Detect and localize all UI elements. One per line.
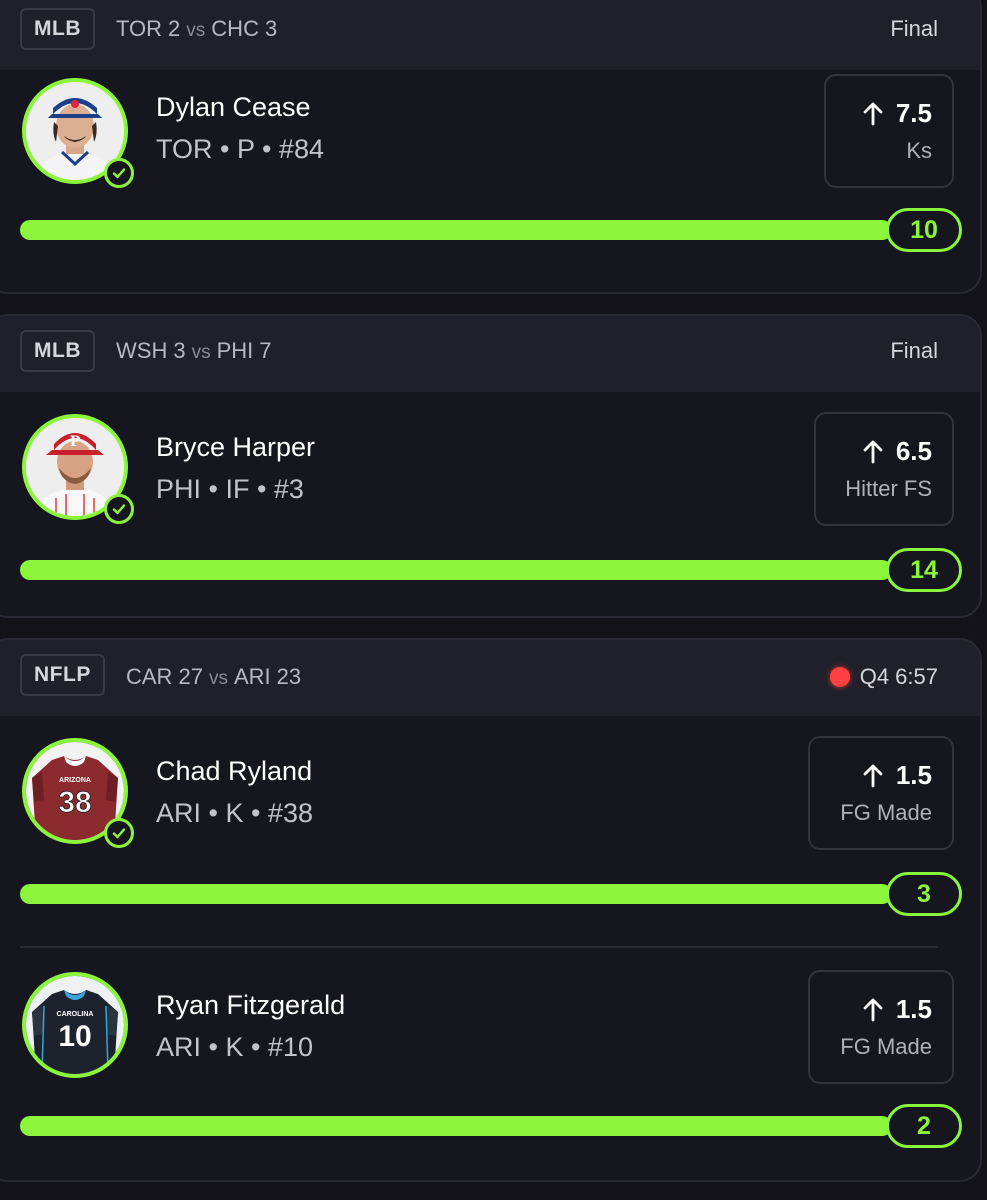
game-header: NFLP CAR 27 vs ARI 23 Q4 6:57 <box>0 640 980 716</box>
away-team: CAR <box>126 664 173 689</box>
progress-fill <box>20 884 892 904</box>
progress-fill <box>20 1116 892 1136</box>
player-row[interactable]: P Bryce Harper PHI • IF • #3 6.5 Hitter … <box>0 392 980 616</box>
up-arrow-icon <box>863 440 883 463</box>
game-header: MLB WSH 3 vs PHI 7 Final <box>0 316 980 392</box>
game-status: Q4 6:57 <box>829 658 938 696</box>
game-card[interactable]: MLB WSH 3 vs PHI 7 Final P Bryce Harper … <box>0 314 982 618</box>
progress-bar <box>20 220 892 240</box>
result-pill: 10 <box>886 208 962 252</box>
avatar: P <box>22 414 134 524</box>
progress-bar <box>20 560 892 580</box>
progress-bar <box>20 884 892 904</box>
player-row[interactable]: Dylan Cease TOR • P • #84 7.5 Ks 10 <box>0 70 980 292</box>
jersey-carolina-10-icon: CAROLINA 10 <box>26 976 124 1074</box>
home-score: 3 <box>264 16 278 41</box>
line-box[interactable]: 1.5 FG Made <box>808 736 954 850</box>
home-team: ARI <box>233 664 271 689</box>
league-badge: MLB <box>20 8 95 50</box>
player-meta: PHI • IF • #3 <box>156 474 304 504</box>
result-pill: 14 <box>886 548 962 592</box>
pick-list: MLB TOR 2 vs CHC 3 Final Dylan Cease TOR… <box>0 0 987 1200</box>
line-box[interactable]: 1.5 FG Made <box>808 970 954 1084</box>
avatar <box>22 78 134 188</box>
away-team: TOR <box>116 16 163 41</box>
player-name: Bryce Harper <box>156 432 316 462</box>
up-arrow-icon <box>863 102 883 125</box>
away-team: WSH <box>116 338 168 363</box>
league-badge: NFLP <box>20 654 105 696</box>
avatar: ARIZONA 38 <box>22 738 134 848</box>
home-score: 7 <box>259 338 272 363</box>
line-number: 1.5 <box>895 994 932 1024</box>
home-score: 23 <box>276 664 302 689</box>
player-meta: ARI • K • #38 <box>156 798 313 828</box>
progress-bar <box>20 1116 892 1136</box>
checkmark-icon <box>104 818 134 848</box>
league-badge: MLB <box>20 330 95 372</box>
home-team: CHC <box>211 16 259 41</box>
up-arrow-icon <box>863 764 883 787</box>
line-number: 6.5 <box>895 436 932 466</box>
away-score: 27 <box>178 664 203 689</box>
vs-label: vs <box>191 342 211 363</box>
checkmark-icon <box>104 158 134 188</box>
line-box[interactable]: 6.5 Hitter FS <box>814 412 954 526</box>
svg-text:P: P <box>70 434 81 450</box>
player-row[interactable]: ARIZONA 38 Chad Ryland ARI • K • #38 1.5… <box>0 716 980 946</box>
result-pill: 2 <box>886 1104 962 1148</box>
progress-fill <box>20 220 892 240</box>
stat-type: Hitter FS <box>845 476 932 501</box>
line-value: 6.5 <box>862 436 932 467</box>
svg-text:ARIZONA: ARIZONA <box>59 777 91 784</box>
stat-type: FG Made <box>840 1034 932 1059</box>
live-indicator-icon <box>829 667 850 687</box>
game-status: Final <box>890 10 938 48</box>
vs-label: vs <box>186 20 206 41</box>
status-text: Final <box>890 338 938 363</box>
up-arrow-icon <box>863 998 883 1021</box>
status-text: Final <box>890 16 938 41</box>
checkmark-icon <box>104 494 134 524</box>
matchup: WSH 3 vs PHI 7 <box>116 332 272 370</box>
player-meta: TOR • P • #84 <box>156 134 324 164</box>
svg-text:10: 10 <box>58 1020 91 1053</box>
home-team: PHI <box>216 338 254 363</box>
svg-text:CAROLINA: CAROLINA <box>57 1011 94 1018</box>
player-meta: ARI • K • #10 <box>156 1032 313 1062</box>
away-score: 2 <box>168 16 181 41</box>
game-card[interactable]: NFLP CAR 27 vs ARI 23 Q4 6:57 ARIZONA 38… <box>0 638 982 1182</box>
vs-label: vs <box>208 668 228 689</box>
player-row[interactable]: CAROLINA 10 Ryan Fitzgerald ARI • K • #1… <box>0 946 980 1180</box>
stat-type: FG Made <box>840 800 932 825</box>
line-value: 1.5 <box>862 760 932 791</box>
svg-text:38: 38 <box>58 786 91 819</box>
game-header: MLB TOR 2 vs CHC 3 Final <box>0 0 980 70</box>
matchup: TOR 2 vs CHC 3 <box>116 10 277 48</box>
matchup: CAR 27 vs ARI 23 <box>126 658 301 696</box>
player-name: Ryan Fitzgerald <box>156 990 346 1020</box>
stat-type: Ks <box>906 138 932 163</box>
player-name: Dylan Cease <box>156 92 311 122</box>
line-box[interactable]: 7.5 Ks <box>824 74 954 188</box>
away-score: 3 <box>173 338 186 363</box>
line-value: 7.5 <box>862 98 932 129</box>
result-pill: 3 <box>886 872 962 916</box>
player-name: Chad Ryland <box>156 756 313 786</box>
status-text: Q4 6:57 <box>859 664 938 689</box>
line-number: 7.5 <box>895 98 932 128</box>
progress-fill <box>20 560 892 580</box>
game-status: Final <box>890 332 938 370</box>
line-value: 1.5 <box>862 994 932 1025</box>
game-card[interactable]: MLB TOR 2 vs CHC 3 Final Dylan Cease TOR… <box>0 0 982 294</box>
player-jersey: CAROLINA 10 <box>22 972 128 1078</box>
row-divider <box>20 946 938 948</box>
line-number: 1.5 <box>895 760 932 790</box>
avatar: CAROLINA 10 <box>22 972 128 1078</box>
